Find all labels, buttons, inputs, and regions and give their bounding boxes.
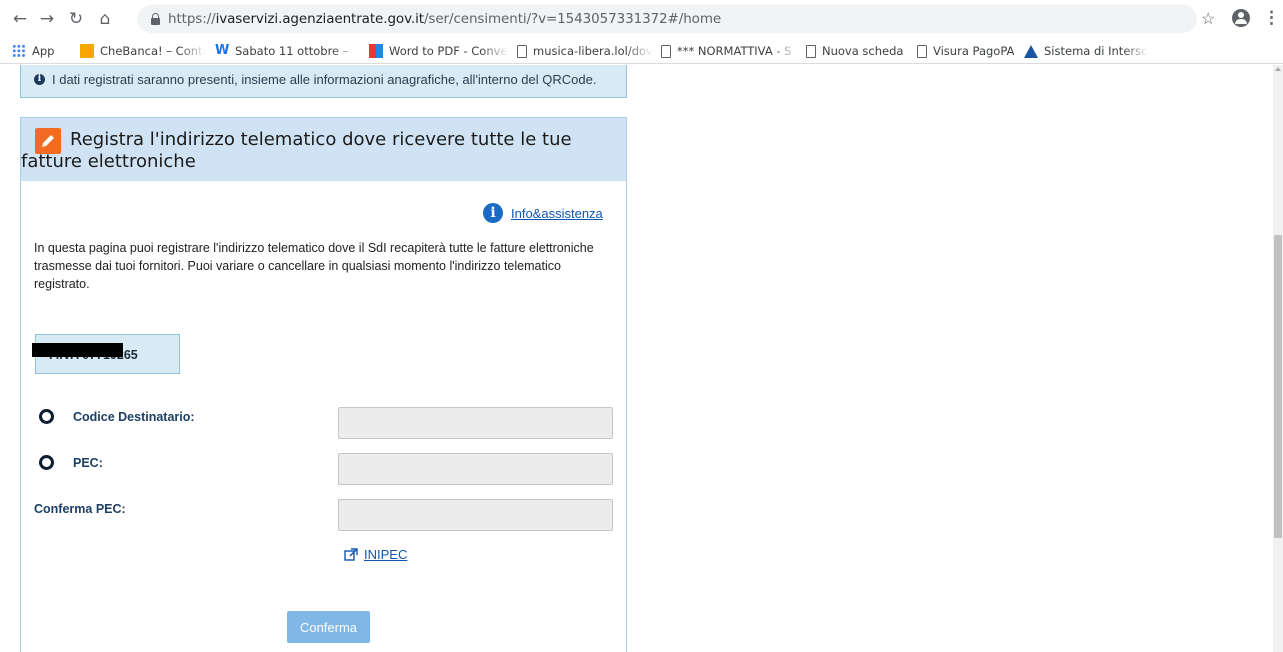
- panel-title: Registra l'indirizzo telematico dove ric…: [21, 129, 572, 172]
- url-path: /ser/censimenti/?v=1543057331372#/home: [423, 11, 722, 27]
- inipec-link[interactable]: INIPEC: [344, 547, 407, 562]
- external-link-icon: [344, 547, 358, 561]
- browser-toolbar: ← → ↻ ⌂ https://ivaservizi.agenziaentrat…: [0, 0, 1283, 38]
- conferma-pec-input[interactable]: [338, 499, 613, 531]
- bookmark-sabato[interactable]: W Sabato 11 ottobre –: [215, 43, 361, 59]
- url-domain: ivaservizi.agenziaentrate.gov.it: [215, 11, 424, 27]
- bookmark-nuova-scheda[interactable]: Nuova scheda: [806, 43, 910, 59]
- page-icon: [517, 44, 527, 58]
- bookmark-chebanca[interactable]: CheBanca! – Conto C: [80, 43, 205, 59]
- chebanca-icon: [80, 44, 94, 58]
- reload-icon[interactable]: ↻: [65, 8, 87, 30]
- bookmark-visura[interactable]: Visura PagoPA: [917, 43, 1017, 59]
- piva-badge: P.IVA 07710265: [32, 334, 180, 374]
- info-icon: i: [34, 74, 45, 85]
- account-icon[interactable]: [1232, 9, 1250, 27]
- star-icon[interactable]: ☆: [1201, 9, 1215, 29]
- pec-label: PEC:: [73, 456, 103, 470]
- pec-radio[interactable]: [39, 455, 54, 470]
- page-icon: [917, 44, 927, 58]
- bookmark-app[interactable]: App: [12, 43, 72, 59]
- bookmark-sistema-interscambio[interactable]: Sistema di Interscam: [1024, 43, 1149, 59]
- w-icon: W: [215, 43, 230, 58]
- page-scrollbar[interactable]: [1273, 65, 1283, 652]
- page-icon: [806, 44, 816, 58]
- register-panel: Registra l'indirizzo telematico dove ric…: [20, 117, 627, 652]
- codice-destinatario-radio[interactable]: [39, 409, 54, 424]
- home-icon[interactable]: ⌂: [94, 8, 116, 30]
- forward-icon[interactable]: →: [36, 8, 58, 30]
- scrollbar-thumb[interactable]: [1274, 235, 1282, 538]
- pec-input[interactable]: [338, 453, 613, 485]
- bookmark-normattiva[interactable]: *** NORMATTIVA - S: [661, 43, 798, 59]
- address-bar[interactable]: https://ivaservizi.agenziaentrate.gov.it…: [137, 5, 1197, 33]
- notice-text: I dati registrati saranno presenti, insi…: [52, 72, 597, 87]
- info-assistance-link[interactable]: i Info&assistenza: [483, 203, 603, 223]
- bookmark-word-to-pdf[interactable]: Word to PDF - Conve: [369, 43, 509, 59]
- scroll-up-icon[interactable]: [1275, 67, 1281, 71]
- info-circle-icon: i: [483, 203, 503, 223]
- browser-window: ← → ↻ ⌂ https://ivaservizi.agenziaentrat…: [0, 0, 1283, 652]
- confirm-button[interactable]: Conferma: [287, 611, 370, 643]
- bookmark-musica[interactable]: musica-libera.lol/dov: [517, 43, 653, 59]
- back-icon[interactable]: ←: [9, 8, 31, 30]
- menu-icon[interactable]: ⋮: [1263, 8, 1280, 28]
- page-content: i I dati registrati saranno presenti, in…: [0, 65, 1283, 652]
- page-icon: [661, 44, 671, 58]
- codice-destinatario-input[interactable]: [338, 407, 613, 439]
- apps-grid-icon: [12, 44, 26, 58]
- pdf-icon: [369, 44, 383, 58]
- codice-destinatario-label: Codice Destinatario:: [73, 410, 195, 424]
- url-text[interactable]: https://ivaservizi.agenziaentrate.gov.it…: [168, 11, 721, 27]
- inipec-text[interactable]: INIPEC: [364, 547, 407, 562]
- conferma-pec-label: Conferma PEC:: [34, 502, 126, 516]
- page-description: In questa pagina puoi registrare l'indir…: [34, 241, 594, 291]
- lock-icon: [151, 13, 160, 25]
- triangle-icon: [1024, 44, 1038, 58]
- qrcode-notice: i I dati registrati saranno presenti, in…: [20, 65, 627, 98]
- redaction-bar: [32, 343, 123, 357]
- bookmarks-bar: App CheBanca! – Conto C WSabato 11 ottob…: [0, 38, 1283, 64]
- panel-header: Registra l'indirizzo telematico dove ric…: [21, 118, 626, 181]
- info-assistance-text[interactable]: Info&assistenza: [511, 206, 603, 221]
